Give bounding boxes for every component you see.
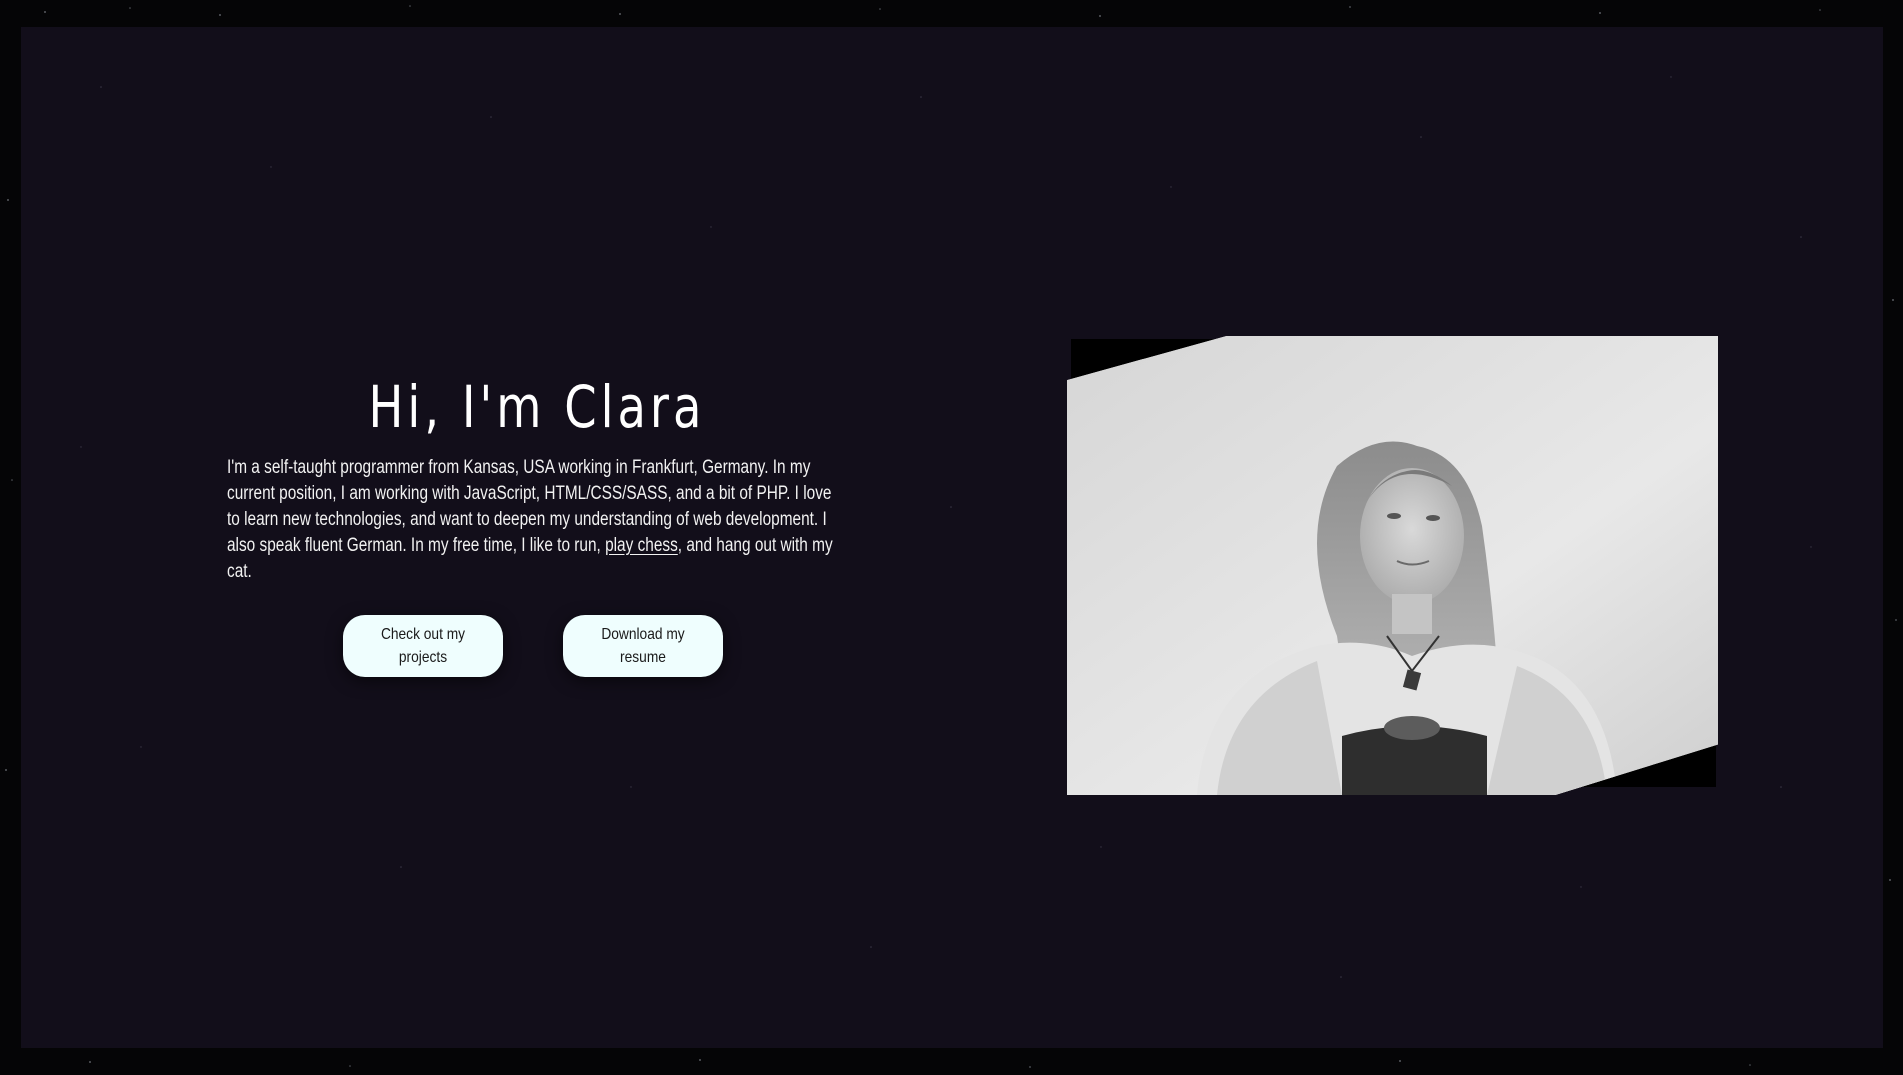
hero-panel: Hi, I'm Clara I'm a self-taught programm… [21,27,1883,1048]
intro-section: Hi, I'm Clara I'm a self-taught programm… [227,365,847,585]
resume-button-label: Download my resume [601,626,685,666]
projects-button[interactable]: Check out my projects [343,615,503,677]
play-chess-link[interactable]: play chess [605,535,678,556]
projects-button-label: Check out my projects [380,626,466,666]
page-title: Hi, I'm Clara [368,373,706,441]
portrait-container [1046,309,1720,795]
portrait-illustration [1067,336,1718,795]
download-resume-button[interactable]: Download my resume [563,615,723,677]
portrait-photo [1067,336,1718,795]
bio-paragraph: I'm a self-taught programmer from Kansas… [227,455,843,585]
